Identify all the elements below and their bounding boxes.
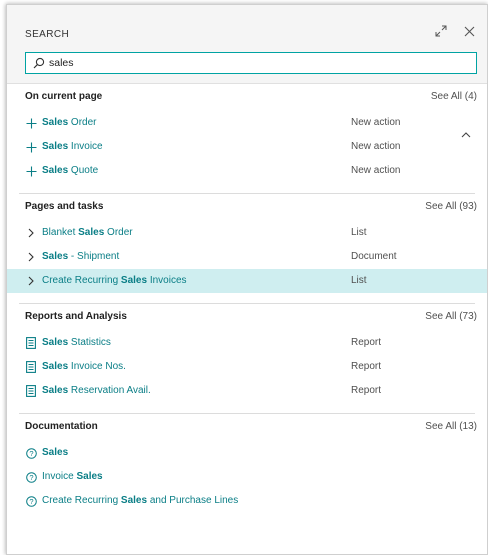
result-label[interactable]: Sales [42, 447, 68, 458]
result-row[interactable]: Sales Invoice New action [7, 135, 487, 159]
result-row[interactable]: Sales Invoice Nos. Report [7, 355, 487, 379]
result-row[interactable]: ? Sales [7, 441, 487, 465]
section-header: Reports and Analysis See All (73) [7, 303, 487, 323]
result-label[interactable]: Sales Invoice Nos. [42, 361, 126, 372]
plus-icon [25, 165, 37, 177]
result-type: List [351, 227, 367, 238]
result-label[interactable]: Sales - Shipment [42, 251, 119, 262]
result-type: New action [351, 165, 401, 176]
svg-text:?: ? [29, 473, 33, 482]
chevron-right-icon [25, 227, 37, 239]
search-title: SEARCH [25, 29, 70, 40]
result-type: Document [351, 251, 397, 262]
result-row[interactable]: Sales Reservation Avail. Report [7, 379, 487, 403]
search-box[interactable] [25, 52, 477, 74]
section-pages-and-tasks: Pages and tasks See All (93) Blanket Sales… [7, 193, 487, 293]
close-icon[interactable] [461, 23, 477, 39]
help-icon: ? [25, 495, 37, 507]
section-title: Reports and Analysis [25, 311, 127, 322]
plus-icon [25, 141, 37, 153]
section-header: Documentation See All (13) [7, 413, 487, 433]
result-label[interactable]: Sales Quote [42, 165, 98, 176]
section-on-current-page: On current page See All (4) Sales Order New… [7, 83, 487, 176]
result-label[interactable]: Sales Order [42, 117, 96, 128]
result-type: Report [351, 385, 382, 396]
chevron-right-icon [25, 275, 37, 287]
section-title: On current page [25, 91, 103, 102]
result-row[interactable]: Sales - Shipment Document [7, 245, 487, 269]
result-row[interactable]: Sales Order New action [7, 111, 487, 135]
help-icon: ? [25, 471, 37, 483]
result-type: New action [351, 117, 401, 128]
expand-arrows-icon[interactable] [433, 23, 449, 39]
see-all-link[interactable]: See All (73) [425, 311, 477, 322]
help-icon: ? [25, 447, 37, 459]
see-all-link[interactable]: See All (13) [425, 421, 477, 432]
search-header: SEARCH [7, 5, 487, 84]
result-type: Report [351, 361, 382, 372]
see-all-link[interactable]: See All (4) [431, 91, 477, 102]
svg-text:?: ? [29, 449, 33, 458]
result-row[interactable]: ? Invoice Sales [7, 465, 487, 489]
result-label[interactable]: Sales Reservation Avail. [42, 385, 151, 396]
section-title: Documentation [25, 421, 98, 432]
result-label[interactable]: Blanket Sales Order [42, 227, 133, 238]
svg-text:?: ? [29, 497, 33, 506]
section-title: Pages and tasks [25, 201, 104, 212]
result-row[interactable]: ? Create Recurring Sales and Purchase Lin… [7, 489, 487, 513]
section-documentation: Documentation See All (13)? Sales? Invoice … [7, 413, 487, 507]
result-row[interactable]: Create Recurring Sales Invoices List [7, 269, 487, 293]
result-label[interactable]: Create Recurring Sales and Purchase Line… [42, 495, 238, 506]
search-panel: SEARCH On current page See All (4) Sales O… [6, 4, 488, 555]
result-row[interactable]: Sales Statistics Report [7, 331, 487, 355]
plus-icon [25, 117, 37, 129]
result-label[interactable]: Create Recurring Sales Invoices [42, 275, 187, 286]
report-icon [25, 385, 37, 397]
result-type: New action [351, 141, 401, 152]
result-label[interactable]: Invoice Sales [42, 471, 103, 482]
result-row[interactable]: Blanket Sales Order List [7, 221, 487, 245]
result-type: Report [351, 337, 382, 348]
search-input[interactable] [49, 54, 449, 72]
result-row[interactable]: Sales Quote New action [7, 159, 487, 183]
search-icon [33, 57, 45, 69]
result-label[interactable]: Sales Statistics [42, 337, 111, 348]
see-all-link[interactable]: See All (93) [425, 201, 477, 212]
section-header: On current page See All (4) [7, 83, 487, 103]
chevron-right-icon [25, 251, 37, 263]
report-icon [25, 337, 37, 349]
result-type: List [351, 275, 367, 286]
report-icon [25, 361, 37, 373]
section-reports-and-analysis: Reports and Analysis See All (73) Sales St… [7, 303, 487, 397]
result-label[interactable]: Sales Invoice [42, 141, 103, 152]
section-header: Pages and tasks See All (93) [7, 193, 487, 213]
